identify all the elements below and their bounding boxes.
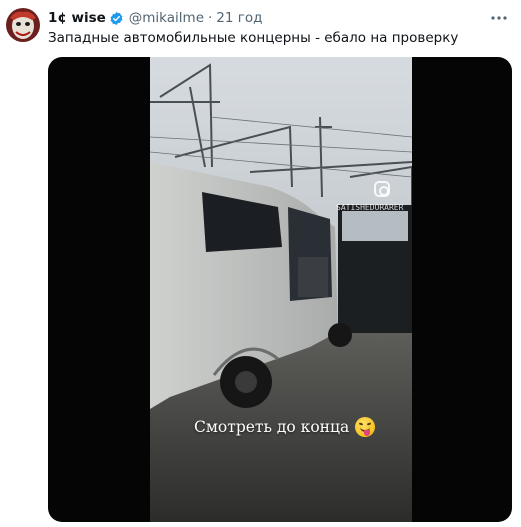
video-thumbnail: [150, 57, 412, 522]
display-name[interactable]: 1¢ wise: [48, 10, 106, 26]
tweet-text: Западные автомобильные концерны - ебало …: [48, 30, 459, 46]
video-caption: Смотреть до конца: [194, 417, 376, 437]
video-player[interactable]: SATISHEDORARER Смотреть до конца: [48, 57, 512, 522]
video-watermark: SATISHEDORARER: [336, 203, 404, 212]
more-options-icon[interactable]: [489, 8, 509, 28]
tweet: 1¢ wise @mikailme · 21 год Западные авто…: [0, 0, 521, 527]
avatar-image: [6, 8, 40, 42]
avatar[interactable]: [6, 8, 40, 42]
instagram-icon: [374, 181, 390, 197]
video-frame: SATISHEDORARER Смотреть до конца: [150, 57, 412, 522]
separator-dot: ·: [208, 10, 213, 26]
caption-text: Смотреть до конца: [194, 418, 350, 436]
timestamp[interactable]: 21 год: [216, 10, 262, 26]
tweet-header: 1¢ wise @mikailme · 21 год: [48, 9, 262, 27]
tongue-wink-emoji-icon: [355, 417, 376, 437]
user-handle[interactable]: @mikailme: [129, 10, 204, 26]
verified-badge-icon: [109, 11, 124, 26]
